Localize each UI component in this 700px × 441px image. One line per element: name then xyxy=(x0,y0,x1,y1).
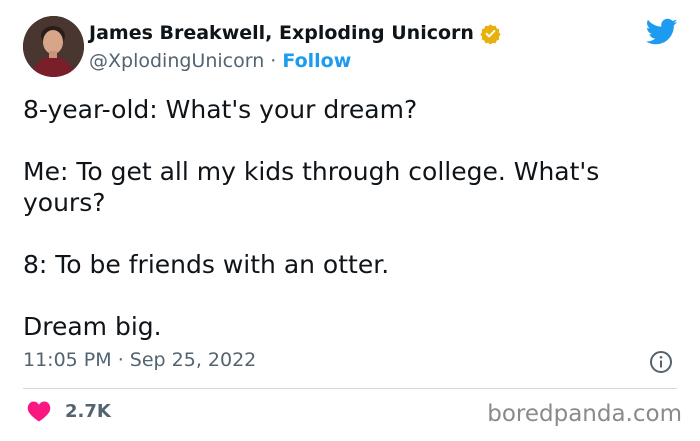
follow-button[interactable]: Follow xyxy=(282,50,351,72)
handle-separator: · xyxy=(270,50,277,72)
tweet-line: Me: To get all my kids through college. … xyxy=(23,157,600,217)
twitter-bird-icon[interactable] xyxy=(646,18,678,46)
tweet-time: 11:05 PM xyxy=(23,349,112,371)
divider xyxy=(23,388,677,389)
author-name[interactable]: James Breakwell, Exploding Unicorn xyxy=(89,22,474,44)
verified-badge-icon xyxy=(480,23,501,44)
watermark: boredpanda.com xyxy=(487,401,682,427)
timestamp-separator: · xyxy=(117,349,124,371)
avatar-image xyxy=(23,16,84,77)
tweet-card: James Breakwell, Exploding Unicorn @Xplo… xyxy=(0,0,700,441)
tweet-line: Dream big. xyxy=(23,312,162,341)
tweet-line: 8-year-old: What's your dream? xyxy=(23,95,418,124)
tweet-text: 8-year-old: What's your dream? Me: To ge… xyxy=(23,94,663,342)
heart-icon xyxy=(27,401,51,422)
tweet-line: 8: To be friends with an otter. xyxy=(23,250,390,279)
tweet-date: Sep 25, 2022 xyxy=(129,349,257,371)
info-icon[interactable] xyxy=(649,350,673,374)
author-handle[interactable]: @XplodingUnicorn xyxy=(89,50,264,72)
like-count: 2.7K xyxy=(65,400,111,422)
like-button[interactable]: 2.7K xyxy=(27,400,111,422)
author-handle-row: @XplodingUnicorn · Follow xyxy=(89,50,351,72)
tweet-timestamp[interactable]: 11:05 PM · Sep 25, 2022 xyxy=(23,349,256,371)
avatar[interactable] xyxy=(23,16,84,77)
author-name-row: James Breakwell, Exploding Unicorn xyxy=(89,22,501,44)
